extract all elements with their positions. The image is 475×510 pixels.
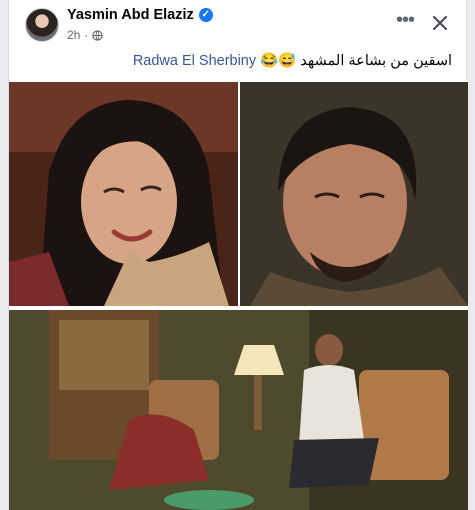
photo-woman-image bbox=[9, 82, 238, 306]
photo-woman-smiling[interactable] bbox=[9, 82, 238, 306]
more-dots-icon[interactable]: ••• bbox=[393, 10, 417, 36]
globe-icon bbox=[92, 29, 104, 41]
post-caption: اسقين من بشاعة المشهد 😅😂 Radwa El Sherbi… bbox=[19, 52, 452, 69]
post-time[interactable]: 2h bbox=[67, 28, 80, 42]
photo-grid bbox=[9, 80, 468, 510]
author-row: Yasmin Abd Elaziz ✓ bbox=[67, 7, 213, 23]
mention-link[interactable]: Radwa El Sherbiny bbox=[133, 53, 256, 69]
close-icon[interactable] bbox=[427, 10, 453, 36]
author-avatar[interactable] bbox=[25, 8, 59, 42]
photo-room-scene[interactable] bbox=[9, 310, 468, 510]
author-name[interactable]: Yasmin Abd Elaziz bbox=[67, 7, 194, 23]
post-meta: 2h · bbox=[67, 28, 104, 42]
photo-man-image bbox=[240, 82, 468, 306]
verified-badge-icon: ✓ bbox=[198, 8, 213, 22]
post-header: Yasmin Abd Elaziz ✓ 2h · ••• bbox=[9, 0, 466, 46]
post-card: Yasmin Abd Elaziz ✓ 2h · ••• اسقين من بش… bbox=[8, 0, 468, 510]
photo-man-smiling[interactable] bbox=[240, 82, 468, 306]
caption-text: اسقين من بشاعة المشهد 😅😂 bbox=[256, 53, 452, 69]
photo-room-image bbox=[9, 310, 468, 510]
